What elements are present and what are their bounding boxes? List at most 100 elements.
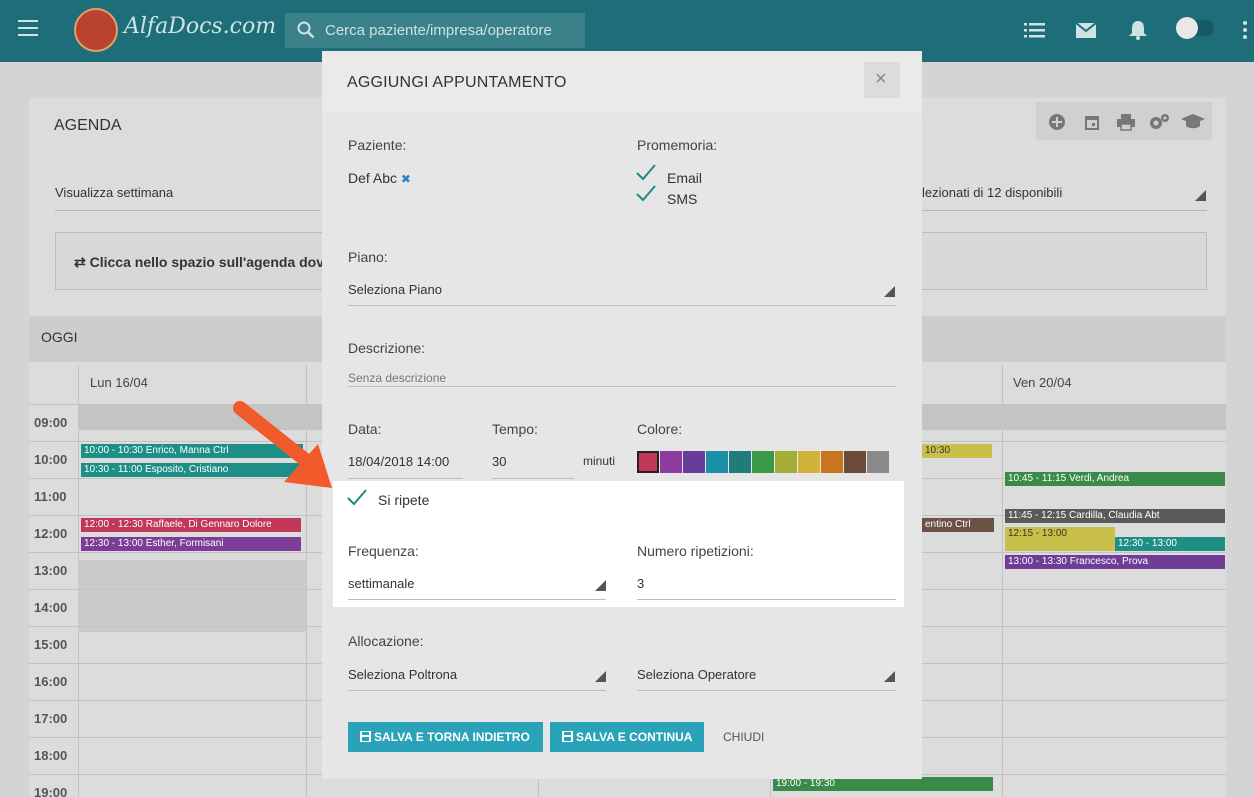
repetitions-input[interactable]: 3 [637,576,644,591]
graduation-cap-icon[interactable] [1180,113,1206,131]
menu-icon[interactable] [18,20,38,36]
bell-icon[interactable] [1127,20,1149,40]
color-swatch[interactable] [752,451,774,473]
remove-patient-icon[interactable]: ✖ [401,172,411,186]
save-icon [562,731,573,742]
blocked-slot [78,560,306,632]
settings-icon[interactable] [1148,113,1170,131]
appointment[interactable]: 10:30 [922,444,992,458]
hour-label: 12:00 [34,526,68,541]
color-swatch[interactable] [798,451,820,473]
frequency-select[interactable]: settimanale [348,576,414,591]
dialog-title: AGGIUNGI APPUNTAMENTO [347,74,567,91]
time-line [492,478,574,479]
email-check-icon[interactable] [635,163,657,181]
frequency-label: Frequenza: [348,543,419,559]
appointment[interactable]: 10:45 - 11:15 Verdi, Andrea [1005,472,1225,486]
chair-dropdown-icon [595,671,606,682]
date-label: Data: [348,421,382,437]
save-and-continue-button[interactable]: SALVA E CONTINUA [550,722,704,752]
hour-label: 16:00 [34,674,68,689]
operator-line [637,690,896,691]
color-swatch[interactable] [867,451,889,473]
description-line [348,386,896,387]
close-dialog-button[interactable]: × [864,62,900,98]
chair-select[interactable]: Seleziona Poltrona [348,667,457,682]
logo-icon [74,8,118,52]
reminder-sms: SMS [667,191,698,207]
sms-check-icon[interactable] [635,184,657,202]
arrow-annotation-icon [233,401,332,488]
day-header-fri: Ven 20/04 [1013,375,1072,390]
repetitions-line [637,599,896,600]
date-input[interactable]: 18/04/2018 14:00 [348,454,449,469]
close-icon: × [875,68,887,90]
toggle-switch[interactable] [1176,17,1214,39]
plan-label: Piano: [348,249,388,265]
color-swatch[interactable] [844,451,866,473]
close-text-button[interactable]: CHIUDI [723,722,764,752]
appointment-text: 10:30 [925,445,951,456]
appointment-text: entino [925,519,953,530]
repeat-section: Si ripete Frequenza: settimanale Numero … [333,481,904,607]
print-icon[interactable] [1116,113,1136,131]
hint-label: Clicca nello spazio sull'agenda dov [89,254,325,270]
appointment[interactable]: 19:00 - 19:30 [773,777,993,791]
reminder-email: Email [667,170,703,186]
appointment[interactable]: 12:15 - 13:00 [1005,527,1115,551]
patient-label: Paziente: [348,137,407,153]
save-and-back-label: SALVA E TORNA INDIETRO [374,730,530,744]
appointment-text: 12:00 - 12:30 Raffaele, Di Gennaro [84,519,240,530]
patient-value: Def Abc ✖ [348,170,411,186]
color-swatch[interactable] [729,451,751,473]
color-swatch[interactable] [683,451,705,473]
hour-label: 14:00 [34,600,68,615]
color-swatch[interactable] [706,451,728,473]
description-input[interactable]: Senza descrizione [348,371,446,385]
appointment-text: 10:00 - 10:30 Enrico, Manna [84,445,211,456]
appointment[interactable]: 12:00 - 12:30 Raffaele, Di Gennaro Dolor… [81,518,301,532]
plan-select[interactable]: Seleziona Piano [348,282,442,297]
time-label: Tempo: [492,421,538,437]
logo-text: AlfaDocs.com [124,14,277,39]
appointment-text: 11:45 - 12:15 Cardilla, Claudia [1008,510,1143,521]
add-circle-icon[interactable] [1048,113,1066,131]
appointment[interactable]: 11:45 - 12:15 Cardilla, Claudia Abt [1005,509,1225,523]
appointment-text: 12:30 - 13:00 Esther, Formisani [84,538,224,549]
color-swatch[interactable] [821,451,843,473]
operators-select[interactable]: lezionati di 12 disponibili [922,185,1062,200]
repeat-check-icon[interactable] [346,488,368,506]
plan-line [348,305,896,306]
color-swatch[interactable] [775,451,797,473]
list-icon[interactable] [1024,20,1046,40]
time-unit: minuti [583,454,616,468]
allocation-label: Allocazione: [348,633,424,649]
appointment-tag: Ctrl [212,445,229,456]
search-icon [297,21,315,39]
appointment[interactable]: 13:00 - 13:30 Francesco, Prova [1005,555,1225,569]
hour-label: 09:00 [34,415,68,430]
today-button[interactable]: OGGI [41,329,78,345]
operator-dropdown-icon [884,671,895,682]
save-and-back-button[interactable]: SALVA E TORNA INDIETRO [348,722,543,752]
time-input[interactable]: 30 [492,454,506,469]
more-icon[interactable] [1240,20,1250,40]
calendar-icon[interactable] [1083,113,1101,131]
color-swatch[interactable] [660,451,682,473]
operator-select[interactable]: Seleziona Operatore [637,667,756,682]
color-swatch[interactable] [637,451,659,473]
appointment-tag: Ctrl [955,519,971,530]
week-select[interactable]: Visualizza settimana [55,185,173,200]
color-label: Colore: [637,421,683,437]
appointment-text: 13:00 - 13:30 Francesco, Prova [1008,556,1149,567]
save-and-continue-label: SALVA E CONTINUA [576,730,693,744]
search-input[interactable] [325,13,575,48]
hint-text: ⇄ Clicca nello spazio sull'agenda dov [74,254,325,270]
appointment[interactable]: 12:30 - 13:00 Esther, Formisani [81,537,301,551]
mail-icon[interactable] [1075,20,1097,40]
description-label: Descrizione: [348,340,426,356]
appointment[interactable]: entino Ctrl [922,518,994,532]
appointment-text: 12:15 - 13:00 [1008,528,1067,539]
appointment[interactable]: 12:30 - 13:00 [1115,537,1225,551]
repetitions-label: Numero ripetizioni: [637,543,754,559]
